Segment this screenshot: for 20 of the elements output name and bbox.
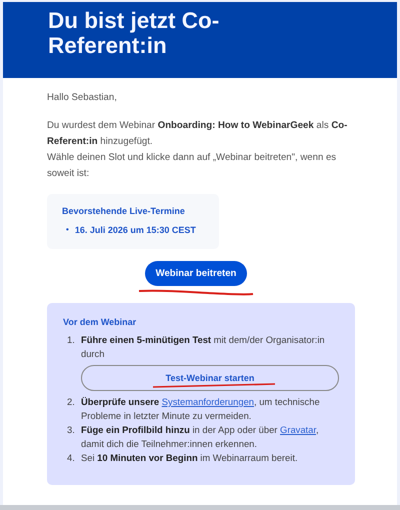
step-text: Sei 10 Minuten vor Beginn im Webinarraum bereit. xyxy=(81,451,299,465)
join-webinar-button[interactable]: Webinar beitreten xyxy=(144,261,248,286)
step-number: 1. xyxy=(66,333,76,347)
step-link[interactable]: Gravatar xyxy=(280,424,316,435)
step-text: Füge ein Profilbild hinzu in der App oder über Gravatar, damit dich die Teilnehmer:innen erkennen. xyxy=(81,423,320,451)
session-date: 16. Juli 2026 um 15:30 CEST xyxy=(74,225,196,235)
intro-paragraph: Du wurdest dem Webinar Onboarding: How to WebinarGeek als Co-Referent:in hinzugefügt. xyxy=(47,119,348,149)
bullet-mark: • xyxy=(66,225,69,235)
step-link[interactable]: Systemanforderungen xyxy=(162,396,254,407)
step-number: 3. xyxy=(66,423,76,437)
step-number: 2. xyxy=(66,395,76,409)
step-text: Überprüfe unsere Systemanforderungen, um technische Probleme in letzter Minute zu vermeiden. xyxy=(81,395,321,423)
email-title: Du bist jetzt Co-Referent:in xyxy=(48,7,220,58)
sessions-title: Bevorstehende Live-Termine xyxy=(62,206,186,216)
greeting-text: Hallo Sebastian, xyxy=(47,91,118,105)
step-text: Führe einen 5-minütigen Test mit dem/der Organisator:in durch xyxy=(81,333,326,361)
test-webinar-button[interactable]: Test-Webinar starten xyxy=(81,365,339,391)
step-number: 4. xyxy=(66,451,76,465)
intro-paragraph: Wähle deinen Slot und klicke dann auf „Webinar beitreten", wenn es soweit ist: xyxy=(47,151,338,181)
before-webinar-title: Vor dem Webinar xyxy=(63,317,138,327)
